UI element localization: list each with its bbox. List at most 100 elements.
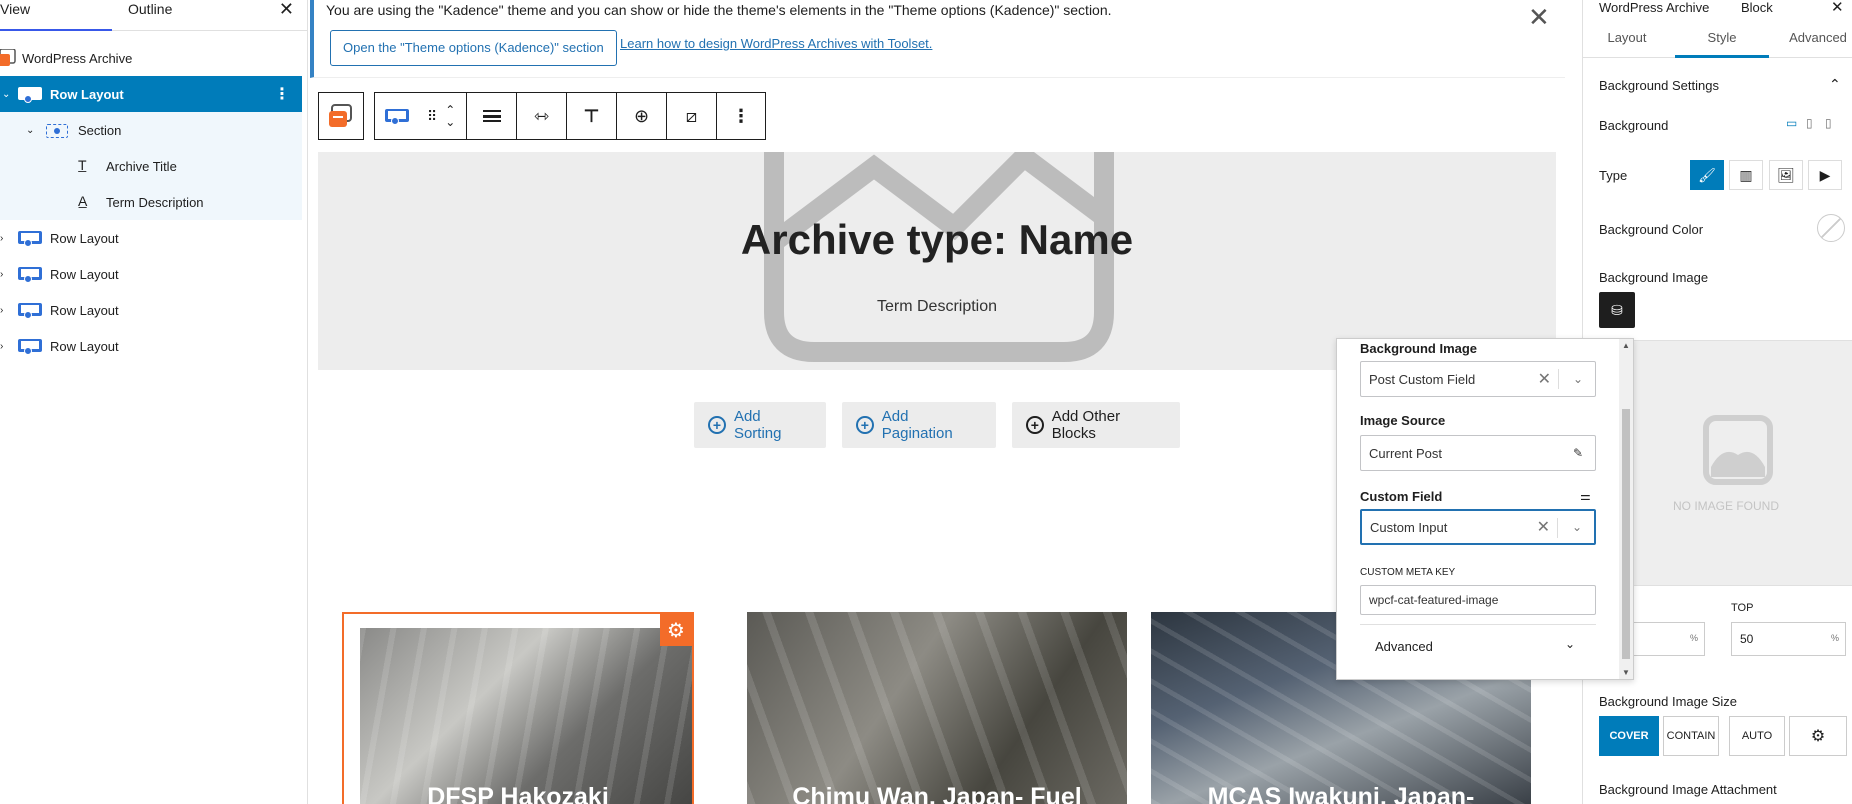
tree-item-term-description[interactable]: A̲ Term Description bbox=[0, 184, 302, 220]
type-image-button[interactable]: 🖼 bbox=[1769, 160, 1803, 190]
tree-item-label: Archive Title bbox=[106, 158, 177, 174]
top-label: TOP bbox=[1731, 602, 1754, 614]
tab-outline-label: Outline bbox=[128, 1, 173, 17]
close-icon[interactable]: ✕ bbox=[279, 0, 294, 18]
background-settings-heading[interactable]: Background Settings bbox=[1599, 78, 1719, 93]
vertical-align-button[interactable]: ⊤ bbox=[567, 93, 617, 139]
edit-button[interactable]: ⧄ bbox=[667, 93, 717, 139]
heading-icon: T̲ bbox=[78, 157, 87, 173]
dynamic-source-popover: ▲ ▼ Background Image Post Custom Field ✕… bbox=[1336, 338, 1634, 680]
pencil-icon[interactable]: ✎ bbox=[1573, 446, 1583, 460]
type-video-button[interactable]: ▶ bbox=[1808, 160, 1842, 190]
move-up-down-icon[interactable]: ⌃ ⌄ bbox=[445, 104, 455, 128]
parent-block-button[interactable] bbox=[318, 92, 364, 140]
post-card[interactable]: Chimu Wan, Japan- Fuel bbox=[747, 612, 1127, 804]
card-title[interactable]: MCAS Iwakuni, Japan- bbox=[1151, 783, 1531, 804]
tab-style[interactable]: Style bbox=[1675, 30, 1769, 58]
learn-design-link[interactable]: Learn how to design WordPress Archives w… bbox=[620, 36, 932, 51]
more-options-icon[interactable]: ⋮ bbox=[274, 84, 290, 104]
tree-item-row-layout[interactable]: › Row Layout bbox=[0, 256, 302, 292]
chevron-right-icon[interactable]: › bbox=[0, 305, 3, 316]
tree-item-row-layout[interactable]: › Row Layout bbox=[0, 328, 302, 364]
clear-icon[interactable]: ✕ bbox=[1538, 369, 1551, 389]
chevron-down-icon[interactable]: ⌄ bbox=[1572, 520, 1582, 534]
more-options-button[interactable]: ⋮ bbox=[717, 93, 765, 139]
term-description[interactable]: Term Description bbox=[318, 298, 1556, 316]
close-icon[interactable]: ✕ bbox=[1528, 2, 1550, 33]
chevron-down-icon[interactable]: ⌄ bbox=[1565, 637, 1575, 651]
align-full-icon bbox=[482, 110, 501, 122]
width-button[interactable]: ⇿ bbox=[517, 93, 567, 139]
tablet-icon[interactable]: ▯ bbox=[1806, 116, 1813, 130]
tree-item-section[interactable]: ⌄ Section bbox=[0, 112, 302, 148]
chevron-right-icon[interactable]: › bbox=[0, 341, 3, 352]
align-top-icon: ⊤ bbox=[583, 105, 600, 126]
chevron-down-icon[interactable]: ⌄ bbox=[2, 89, 10, 100]
size-auto-button[interactable]: AUTO bbox=[1729, 716, 1785, 756]
add-block-button[interactable]: ⊕ bbox=[617, 93, 667, 139]
tree-item-wordpress-archive[interactable]: WordPress Archive bbox=[0, 40, 302, 76]
tab-view-label: View bbox=[0, 1, 31, 17]
tab-view[interactable]: View bbox=[0, 0, 112, 31]
custom-meta-key-input[interactable]: wpcf-cat-featured-image bbox=[1360, 585, 1596, 615]
tab-layout[interactable]: Layout bbox=[1597, 30, 1657, 45]
close-icon[interactable]: ✕ bbox=[1831, 0, 1844, 16]
archive-title[interactable]: Archive type: Name bbox=[318, 216, 1556, 264]
row-layout-icon bbox=[18, 266, 42, 283]
tree-item-row-layout[interactable]: › Row Layout bbox=[0, 220, 302, 256]
chevron-right-icon[interactable]: › bbox=[0, 233, 3, 244]
settings-toggle-icon[interactable]: ⚌ bbox=[1580, 489, 1591, 503]
type-label: Type bbox=[1599, 168, 1628, 183]
align-button[interactable] bbox=[467, 93, 517, 139]
chevron-right-icon[interactable]: › bbox=[0, 269, 3, 280]
background-image-label: Background Image bbox=[1599, 270, 1709, 285]
clear-icon[interactable]: ✕ bbox=[1537, 517, 1550, 537]
size-custom-button[interactable]: ⚙ bbox=[1789, 716, 1847, 756]
chevron-down-icon[interactable]: ⌄ bbox=[1573, 372, 1583, 386]
tab-wordpress-archive[interactable]: WordPress Archive bbox=[1599, 0, 1709, 15]
list-view-tabs: View Outline ✕ bbox=[0, 0, 308, 31]
background-image-attachment-label: Background Image Attachment bbox=[1599, 782, 1777, 797]
card-title[interactable]: DFSP Hakozaki bbox=[344, 783, 692, 804]
chevron-up-icon[interactable]: ⌃ bbox=[1829, 76, 1841, 93]
add-sorting-button[interactable]: + Add Sorting bbox=[694, 402, 826, 448]
tab-advanced[interactable]: Advanced bbox=[1781, 30, 1852, 45]
row-layout-icon bbox=[18, 338, 42, 355]
gear-icon[interactable]: ⚙ bbox=[660, 614, 692, 646]
add-other-blocks-button[interactable]: + Add Other Blocks bbox=[1012, 402, 1180, 448]
chevron-down-icon[interactable]: ⌄ bbox=[26, 125, 34, 136]
desktop-icon[interactable]: ▭ bbox=[1786, 116, 1797, 130]
card-title[interactable]: Chimu Wan, Japan- Fuel bbox=[747, 783, 1127, 804]
section-icon bbox=[46, 124, 68, 138]
advanced-toggle[interactable]: Advanced bbox=[1375, 639, 1433, 654]
post-card[interactable]: ⚙ DFSP Hakozaki bbox=[342, 612, 694, 804]
tree-item-archive-title[interactable]: T̲ Archive Title bbox=[0, 148, 302, 184]
theme-options-button[interactable]: Open the "Theme options (Kadence)" secti… bbox=[330, 30, 617, 66]
sidebar-header: WordPress Archive Block ✕ bbox=[1583, 0, 1852, 24]
drag-handle-icon[interactable]: ⠿ bbox=[427, 108, 437, 125]
type-gradient-button[interactable]: ▥ bbox=[1729, 160, 1763, 190]
popover-scrollbar[interactable]: ▲ ▼ bbox=[1619, 339, 1633, 679]
block-type-switcher[interactable]: ⠿ ⌃ ⌄ bbox=[375, 93, 467, 139]
tab-block[interactable]: Block bbox=[1741, 0, 1773, 15]
bg-image-source-select[interactable]: Post Custom Field ✕ ⌄ bbox=[1360, 361, 1596, 397]
tree-item-row-layout[interactable]: › Row Layout bbox=[0, 292, 302, 328]
add-pagination-button[interactable]: + Add Pagination bbox=[842, 402, 996, 448]
scroll-up-icon[interactable]: ▲ bbox=[1622, 341, 1630, 350]
type-color-button[interactable]: 🖌 bbox=[1690, 160, 1724, 190]
no-image-text: NO IMAGE FOUND bbox=[1672, 499, 1779, 513]
position-top-input[interactable]: 50 % bbox=[1731, 622, 1846, 656]
image-source-field[interactable]: Current Post ✎ bbox=[1360, 435, 1596, 471]
size-cover-button[interactable]: COVER bbox=[1599, 716, 1659, 756]
color-swatch-empty[interactable] bbox=[1817, 214, 1845, 242]
tab-outline[interactable]: Outline bbox=[128, 0, 172, 31]
add-pagination-label: Add Pagination bbox=[881, 408, 953, 442]
custom-field-select[interactable]: Custom Input ✕ ⌄ bbox=[1360, 509, 1596, 545]
size-contain-button[interactable]: CONTAIN bbox=[1663, 716, 1719, 756]
dynamic-source-button[interactable]: ⛁ bbox=[1599, 292, 1635, 328]
database-icon: ⛁ bbox=[1611, 301, 1623, 318]
mobile-icon[interactable]: ▯ bbox=[1825, 116, 1832, 130]
scroll-down-icon[interactable]: ▼ bbox=[1622, 668, 1630, 677]
tree-item-row-layout-selected[interactable]: ⌄ Row Layout ⋮ bbox=[0, 76, 302, 112]
tree-item-label: Row Layout bbox=[50, 230, 119, 246]
